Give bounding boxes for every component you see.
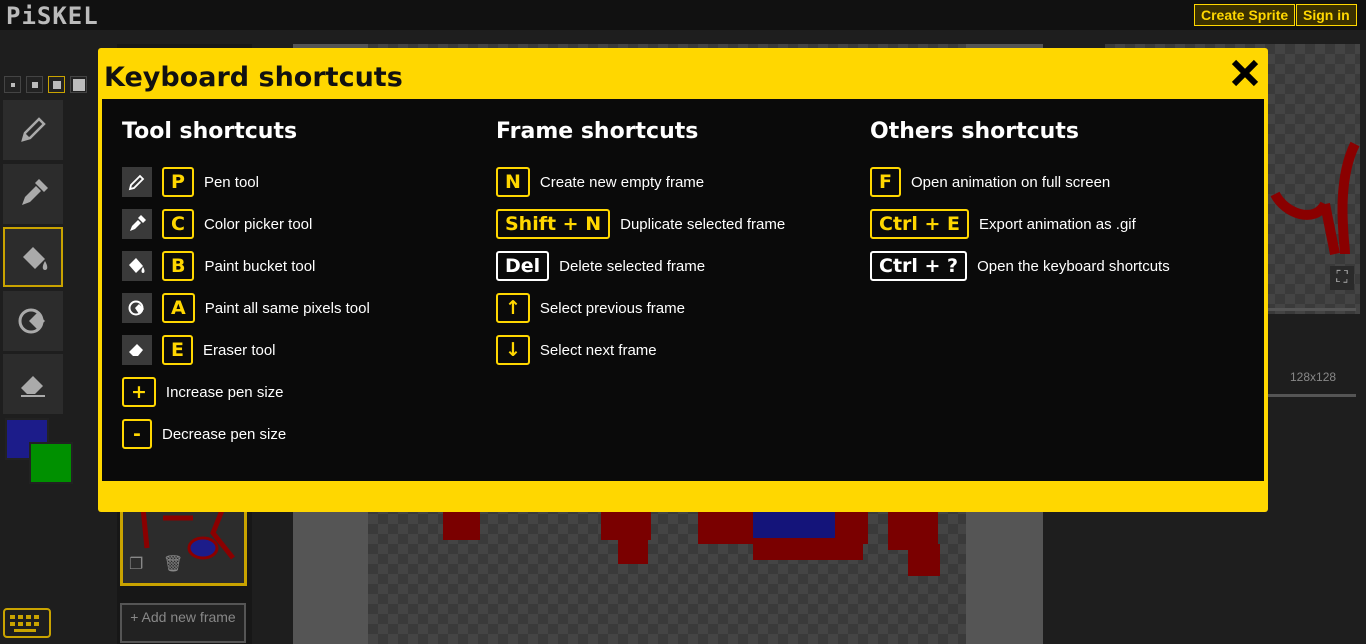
shortcut-description: Duplicate selected frame — [620, 215, 786, 233]
app-logo: PiSKEL — [6, 2, 99, 30]
shortcut-description: Delete selected frame — [559, 257, 706, 275]
shortcut-row: Shift + N Duplicate selected frame — [496, 208, 785, 240]
close-icon — [1231, 59, 1259, 87]
shortcut-description: Decrease pen size — [162, 425, 287, 443]
shortcut-key: Ctrl + E — [870, 209, 970, 239]
shortcut-key: B — [162, 251, 195, 281]
shortcut-description: Eraser tool — [202, 341, 276, 359]
shortcut-key: - — [122, 419, 152, 449]
eraser-icon — [122, 335, 152, 365]
pen-icon — [122, 167, 152, 197]
dialog-title: Keyboard shortcuts — [104, 62, 403, 93]
shortcut-description: Export animation as .gif — [979, 215, 1136, 233]
shortcut-key: Shift + N — [496, 209, 611, 239]
fps-slider[interactable] — [1266, 308, 1356, 311]
shortcut-row: ↓ Select next frame — [496, 334, 657, 366]
shortcut-key: A — [162, 293, 195, 323]
eraser-tool-button[interactable] — [3, 354, 63, 414]
shortcut-description: Open the keyboard shortcuts — [977, 257, 1170, 275]
top-bar: PiSKEL Create Sprite Sign in — [0, 0, 1366, 30]
close-dialog-button[interactable] — [1228, 56, 1262, 90]
shortcut-description: Open animation on full screen — [910, 173, 1111, 191]
shortcut-key: F — [870, 167, 901, 197]
shortcut-description: Select next frame — [539, 341, 657, 359]
pen-size-4[interactable] — [70, 76, 87, 93]
sprite-size-label: 128x128 — [1290, 370, 1337, 384]
shortcut-description: Create new empty frame — [539, 173, 705, 191]
shortcut-row: B Paint bucket tool — [122, 250, 315, 282]
pen-size-2[interactable] — [26, 76, 43, 93]
shortcut-key: Del — [496, 251, 550, 281]
pen-tool-button[interactable] — [3, 100, 63, 160]
shortcut-description: Paint all same pixels tool — [204, 299, 370, 317]
sign-in-button[interactable]: Sign in — [1296, 4, 1357, 26]
preview-sprite — [1270, 141, 1360, 255]
color-picker-icon — [22, 179, 48, 205]
color-picker-tool-button[interactable] — [3, 164, 63, 224]
paint-bucket-icon — [23, 247, 48, 270]
secondary-color-swatch[interactable] — [29, 442, 73, 484]
shortcut-key: ↑ — [496, 293, 530, 323]
shortcut-key: N — [496, 167, 530, 197]
paint-all-icon — [122, 293, 152, 323]
other-shortcuts-heading: Others shortcuts — [870, 119, 1079, 144]
shortcut-row: - Decrease pen size — [122, 418, 286, 450]
duplicate-frame-icon[interactable]: ❐ — [129, 554, 143, 574]
shortcut-row: F Open animation on full screen — [870, 166, 1110, 198]
frame-preview — [140, 508, 235, 560]
shortcut-row: Ctrl + ? Open the keyboard shortcuts — [870, 250, 1170, 282]
shortcut-description: Paint bucket tool — [204, 257, 316, 275]
shortcut-key: C — [162, 209, 194, 239]
keyboard-icon[interactable] — [3, 608, 51, 638]
panel-divider — [1266, 394, 1356, 397]
shortcut-row: + Increase pen size — [122, 376, 284, 408]
shortcut-key: + — [122, 377, 156, 407]
fullscreen-icon[interactable]: ⛶ — [1330, 266, 1354, 290]
tool-shortcuts-heading: Tool shortcuts — [122, 119, 298, 144]
paint-bucket-icon — [122, 251, 152, 281]
shortcut-description: Select previous frame — [539, 299, 685, 317]
shortcut-row: Ctrl + E Export animation as .gif — [870, 208, 1136, 240]
shortcut-key: Ctrl + ? — [870, 251, 968, 281]
frame-thumbnail[interactable]: ❐ 🗑 — [120, 508, 247, 586]
shortcut-row: C Color picker tool — [122, 208, 312, 240]
pen-size-3[interactable] — [48, 76, 65, 93]
shortcut-row: ↑ Select previous frame — [496, 292, 685, 324]
paint-all-tool-button[interactable] — [3, 291, 63, 351]
shortcut-row: P Pen tool — [122, 166, 259, 198]
add-new-frame-button[interactable]: + Add new frame — [120, 603, 246, 643]
shortcut-description: Increase pen size — [165, 383, 284, 401]
paint-bucket-tool-button[interactable] — [3, 227, 63, 287]
keyboard-shortcuts-dialog: Keyboard shortcuts Tool shortcuts P Pen … — [98, 48, 1268, 512]
color-picker-icon — [122, 209, 152, 239]
shortcut-description: Pen tool — [203, 173, 259, 191]
pen-size-1[interactable] — [4, 76, 21, 93]
shortcut-key: ↓ — [496, 335, 530, 365]
shortcut-row: E Eraser tool — [122, 334, 276, 366]
shortcut-description: Color picker tool — [203, 215, 313, 233]
create-sprite-button[interactable]: Create Sprite — [1194, 4, 1296, 26]
shortcut-row: Del Delete selected frame — [496, 250, 705, 282]
shortcut-row: N Create new empty frame — [496, 166, 704, 198]
pen-icon — [21, 117, 46, 142]
shortcut-key: E — [162, 335, 193, 365]
frame-shortcuts-heading: Frame shortcuts — [496, 119, 699, 144]
delete-frame-icon[interactable]: 🗑 — [163, 554, 183, 574]
shortcut-row: A Paint all same pixels tool — [122, 292, 370, 324]
dialog-body: Tool shortcuts P Pen tool C Color picker… — [102, 99, 1264, 481]
shortcut-key: P — [162, 167, 194, 197]
eraser-icon — [21, 376, 45, 397]
paint-all-icon — [18, 308, 45, 334]
